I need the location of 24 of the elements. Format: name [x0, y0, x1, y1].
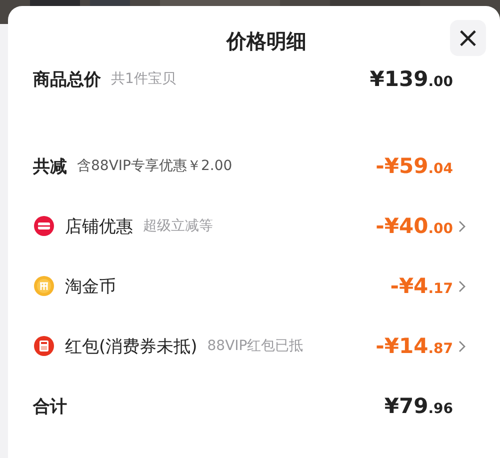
row-label: 红包(消费券未抵)	[65, 336, 198, 358]
row-label: 共减	[33, 156, 67, 178]
price-amount: -¥4.17	[389, 274, 453, 298]
close-button[interactable]: ×	[450, 20, 486, 56]
row-note: 88VIP红包已抵	[207, 337, 304, 355]
row-label: 店铺优惠	[65, 216, 133, 238]
price-amount: -¥14.87	[374, 334, 453, 358]
price-amount: -¥59.04	[374, 154, 453, 178]
row-note: 超级立减等	[143, 217, 213, 235]
row-label: 商品总价	[33, 68, 101, 90]
shop-icon	[33, 215, 55, 237]
row-label: 合计	[33, 396, 67, 418]
price-amount: ¥139.00	[368, 67, 453, 91]
sheet-title: 价格明细	[226, 28, 306, 55]
detail-row[interactable]: 红包(消费券未抵) 88VIP红包已抵 -¥14.87	[33, 316, 500, 376]
detail-row[interactable]: 店铺优惠 超级立减等 -¥40.00	[33, 196, 500, 256]
envelope-icon	[33, 335, 55, 357]
row-label: 淘金币	[65, 276, 116, 298]
row-note: 共1件宝贝	[111, 70, 176, 88]
coin-icon	[33, 275, 55, 297]
detail-row[interactable]: 淘金币 -¥4.17	[33, 256, 500, 316]
row-note: 含88VIP专享优惠￥2.00	[77, 157, 232, 175]
price-amount: -¥40.00	[374, 214, 453, 238]
price-amount: ¥79.96	[383, 394, 453, 418]
